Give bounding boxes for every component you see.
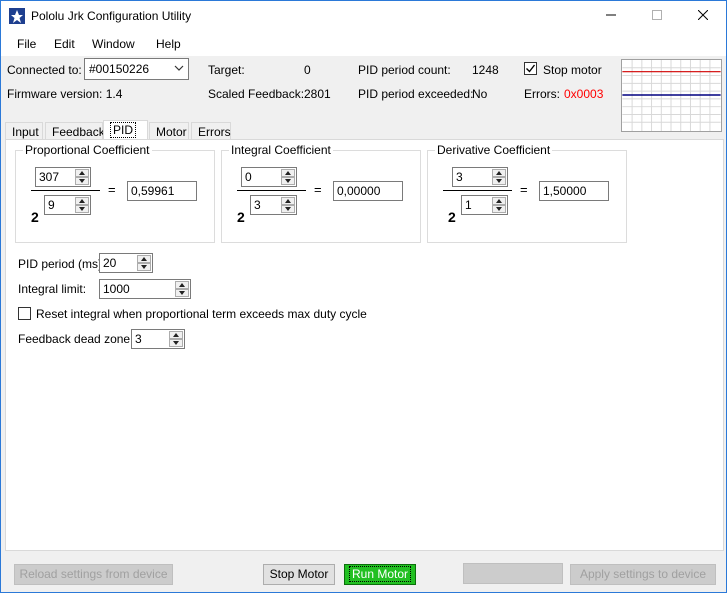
integral-group: Integral Coefficient 0 2 3 = 0,00000 bbox=[221, 143, 421, 243]
integral-result: 0,00000 bbox=[333, 181, 403, 201]
maximize-button[interactable] bbox=[634, 1, 680, 32]
spin-up-icon[interactable] bbox=[175, 281, 189, 289]
spin-up-icon[interactable] bbox=[75, 197, 89, 205]
reload-settings-button[interactable]: Reload settings from device bbox=[14, 564, 173, 585]
maximize-icon bbox=[652, 10, 662, 20]
target-label: Target: bbox=[208, 63, 245, 77]
derivative-multiplier-input[interactable]: 3 bbox=[452, 167, 508, 187]
menu-edit[interactable]: Edit bbox=[54, 37, 75, 51]
spin-down-icon[interactable] bbox=[281, 205, 295, 213]
integral-multiplier-input[interactable]: 0 bbox=[241, 167, 297, 187]
pololu-logo-icon bbox=[9, 8, 25, 24]
spin-up-icon[interactable] bbox=[492, 169, 506, 177]
menu-file[interactable]: File bbox=[17, 37, 36, 51]
errors-label: Errors: bbox=[524, 87, 560, 101]
firmware-label: Firmware version: 1.4 bbox=[7, 87, 123, 101]
proportional-group: Proportional Coefficient 307 2 9 = 0,599… bbox=[15, 143, 215, 243]
dead-zone-label: Feedback dead zone: bbox=[18, 332, 134, 346]
spin-down-icon[interactable] bbox=[175, 289, 189, 297]
proportional-title: Proportional Coefficient bbox=[23, 143, 152, 157]
pid-period-count-label: PID period count: bbox=[358, 63, 451, 77]
app-window: Pololu Jrk Configuration Utility File Ed… bbox=[0, 0, 727, 593]
spin-down-icon[interactable] bbox=[169, 339, 183, 347]
window-title: Pololu Jrk Configuration Utility bbox=[31, 9, 192, 23]
reset-integral-label: Reset integral when proportional term ex… bbox=[36, 307, 367, 321]
run-motor-button[interactable]: Run Motor bbox=[344, 564, 416, 585]
integral-exponent-input[interactable]: 3 bbox=[250, 195, 297, 215]
dead-zone-input[interactable]: 3 bbox=[131, 329, 185, 349]
pid-period-exceeded-value: No bbox=[472, 87, 488, 101]
derivative-equals: = bbox=[520, 182, 528, 197]
fraction-line bbox=[237, 190, 306, 191]
title-bar: Pololu Jrk Configuration Utility bbox=[1, 1, 726, 32]
device-select[interactable]: #00150226 bbox=[84, 58, 189, 80]
stop-motor-label: Stop motor bbox=[543, 63, 602, 77]
spin-down-icon[interactable] bbox=[137, 263, 151, 271]
menu-help[interactable]: Help bbox=[156, 37, 181, 51]
tab-feedback[interactable]: Feedback bbox=[45, 122, 105, 140]
integral-limit-label: Integral limit: bbox=[18, 282, 87, 296]
tab-pid[interactable]: PID bbox=[103, 120, 148, 141]
pid-tab-panel: Proportional Coefficient 307 2 9 = 0,599… bbox=[5, 139, 724, 551]
proportional-result: 0,59961 bbox=[127, 181, 197, 201]
connected-label: Connected to: bbox=[7, 63, 82, 77]
spin-up-icon[interactable] bbox=[281, 169, 295, 177]
spin-up-icon[interactable] bbox=[281, 197, 295, 205]
fraction-line bbox=[443, 190, 512, 191]
errors-value: 0x0003 bbox=[564, 87, 604, 101]
stop-motor-button[interactable]: Stop Motor bbox=[263, 564, 335, 585]
pid-period-input[interactable]: 20 bbox=[99, 253, 153, 273]
proportional-multiplier-input[interactable]: 307 bbox=[35, 167, 91, 187]
menu-window[interactable]: Window bbox=[92, 37, 135, 51]
close-button[interactable] bbox=[680, 1, 726, 32]
spin-down-icon[interactable] bbox=[492, 177, 506, 185]
pid-period-count-value: 1248 bbox=[472, 63, 499, 77]
scaled-feedback-label: Scaled Feedback: bbox=[208, 87, 305, 101]
tab-errors[interactable]: Errors bbox=[191, 122, 231, 140]
derivative-result: 1,50000 bbox=[539, 181, 609, 201]
status-area: Connected to: #00150226 Firmware version… bbox=[1, 56, 726, 132]
bottom-bar: Reload settings from device Stop Motor R… bbox=[1, 551, 726, 592]
integral-title: Integral Coefficient bbox=[229, 143, 333, 157]
device-select-value: #00150226 bbox=[89, 62, 150, 76]
proportional-base: 2 bbox=[31, 209, 39, 225]
spin-up-icon[interactable] bbox=[169, 331, 183, 339]
spin-up-icon[interactable] bbox=[137, 255, 151, 263]
tab-motor[interactable]: Motor bbox=[149, 122, 189, 140]
derivative-title: Derivative Coefficient bbox=[435, 143, 553, 157]
blank-button[interactable] bbox=[463, 563, 563, 584]
scaled-feedback-value: 2801 bbox=[304, 87, 331, 101]
menu-bar: File Edit Window Help bbox=[1, 32, 726, 56]
integral-equals: = bbox=[314, 182, 322, 197]
fraction-line bbox=[31, 190, 100, 191]
firmware-value: 1.4 bbox=[105, 87, 123, 101]
target-value: 0 bbox=[304, 63, 311, 77]
spin-up-icon[interactable] bbox=[492, 197, 506, 205]
chevron-down-icon bbox=[174, 65, 184, 71]
spin-down-icon[interactable] bbox=[281, 177, 295, 185]
stop-motor-checkbox[interactable] bbox=[524, 62, 537, 75]
integral-limit-input[interactable]: 1000 bbox=[99, 279, 191, 299]
spin-down-icon[interactable] bbox=[492, 205, 506, 213]
apply-settings-button[interactable]: Apply settings to device bbox=[570, 564, 716, 585]
checkmark-icon bbox=[526, 64, 536, 73]
tab-input[interactable]: Input bbox=[5, 122, 43, 140]
derivative-base: 2 bbox=[448, 209, 456, 225]
integral-base: 2 bbox=[237, 209, 245, 225]
reset-integral-checkbox[interactable] bbox=[18, 307, 31, 320]
minimize-icon bbox=[606, 14, 616, 16]
spin-down-icon[interactable] bbox=[75, 205, 89, 213]
pid-period-exceeded-label: PID period exceeded: bbox=[358, 87, 474, 101]
close-icon bbox=[697, 9, 709, 21]
derivative-exponent-input[interactable]: 1 bbox=[461, 195, 508, 215]
minimize-button[interactable] bbox=[588, 1, 634, 32]
pid-period-label: PID period (ms): bbox=[18, 257, 106, 271]
spin-up-icon[interactable] bbox=[75, 169, 89, 177]
proportional-exponent-input[interactable]: 9 bbox=[44, 195, 91, 215]
spin-down-icon[interactable] bbox=[75, 177, 89, 185]
proportional-equals: = bbox=[108, 182, 116, 197]
derivative-group: Derivative Coefficient 3 2 1 = 1,50000 bbox=[427, 143, 627, 243]
feedback-graph[interactable] bbox=[621, 59, 722, 132]
